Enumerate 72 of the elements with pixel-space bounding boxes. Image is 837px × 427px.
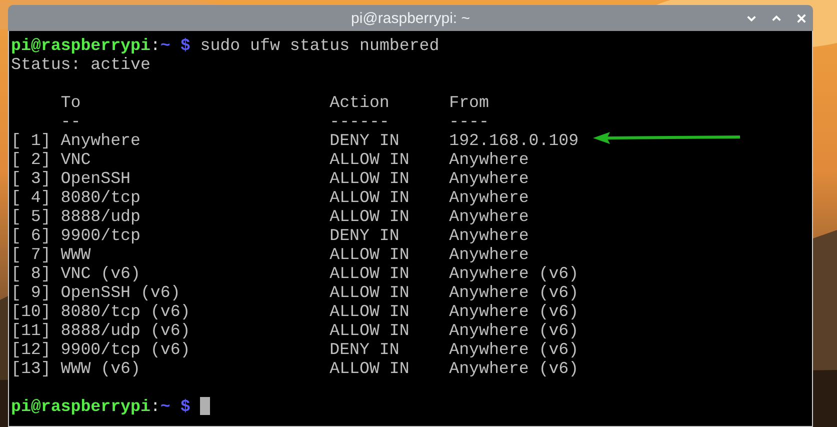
column-header: From [449,93,489,112]
maximize-icon[interactable] [771,12,782,24]
prompt-separator: : [150,36,160,55]
rule-to: 8080/tcp [60,188,140,207]
rule-number: [ 4] [11,188,51,207]
rule-number: [ 8] [11,264,51,283]
rule-number: [ 5] [11,207,51,226]
rule-number: [ 1] [11,131,51,150]
command-text: sudo ufw status numbered [200,36,440,55]
prompt-user-host: pi@raspberrypi [11,397,150,416]
prompt-symbol: $ [180,397,190,416]
rule-action: ALLOW IN [330,169,410,188]
rule-action: DENY IN [330,226,400,245]
rule-to: WWW [60,245,91,264]
rule-action: ALLOW IN [330,302,410,321]
rule-to: Anywhere [60,131,140,150]
rule-to: 9900/tcp [60,226,140,245]
rule-from: Anywhere [449,226,529,245]
rule-number: [ 2] [11,150,51,169]
prompt-separator: : [150,397,160,416]
rule-action: ALLOW IN [330,150,410,169]
rule-number: [13] [11,359,51,378]
rule-to: VNC (v6) [60,264,140,283]
rule-action: DENY IN [330,131,400,150]
rule-from: Anywhere [449,207,529,226]
rule-to: 8080/tcp (v6) [60,302,190,321]
rule-to: 9900/tcp (v6) [60,340,190,359]
rule-from: Anywhere [449,169,529,188]
rule-number: [ 6] [11,226,51,245]
rule-from: Anywhere (v6) [449,264,579,283]
column-header: To [60,93,81,112]
prompt-path: ~ [160,397,170,416]
rule-from: Anywhere [449,245,529,264]
rule-to: OpenSSH (v6) [60,283,180,302]
rule-from: Anywhere (v6) [449,302,579,321]
rule-number: [10] [11,302,51,321]
rule-number: [11] [11,321,51,340]
rule-from: 192.168.0.109 [449,131,579,150]
rule-from: Anywhere (v6) [449,321,579,340]
rule-number: [12] [11,340,51,359]
rule-action: ALLOW IN [330,359,410,378]
header-underline: ------ [330,112,390,131]
prompt-path: ~ [160,36,170,55]
rule-from: Anywhere (v6) [449,340,579,359]
window-title: pi@raspberrypi: ~ [350,10,470,26]
rule-action: DENY IN [330,340,400,359]
header-underline: ---- [449,112,489,131]
rule-number: [ 3] [11,169,51,188]
rule-to: 8888/udp (v6) [60,321,190,340]
rule-action: ALLOW IN [330,264,410,283]
close-icon[interactable] [796,12,807,24]
rule-from: Anywhere (v6) [449,359,579,378]
rule-from: Anywhere [449,150,529,169]
rule-action: ALLOW IN [330,245,410,264]
rule-from: Anywhere (v6) [449,283,579,302]
rule-to: 8888/udp [60,207,140,226]
rule-to: WWW (v6) [60,359,140,378]
rule-from: Anywhere [449,188,529,207]
rule-to: VNC [60,150,91,169]
text-cursor [200,397,210,415]
rule-action: ALLOW IN [330,207,410,226]
prompt-symbol: $ [180,36,190,55]
rule-action: ALLOW IN [330,188,410,207]
rule-number: [ 9] [11,283,51,302]
rule-action: ALLOW IN [330,321,410,340]
rule-action: ALLOW IN [330,283,410,302]
rule-number: [ 7] [11,245,51,264]
prompt-user-host: pi@raspberrypi [11,36,150,55]
rule-to: OpenSSH [60,169,130,188]
status-text: Status: active [11,55,150,74]
column-header: Action [330,93,390,112]
header-underline: -- [60,112,81,131]
